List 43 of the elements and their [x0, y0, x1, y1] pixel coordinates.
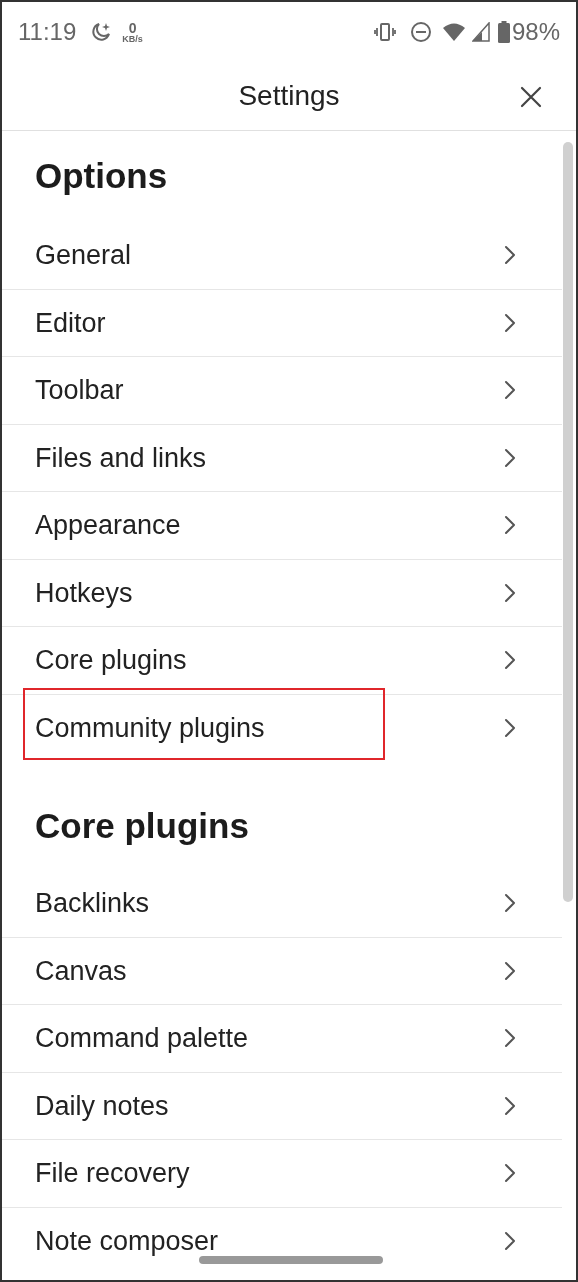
section-heading: Options	[35, 155, 168, 198]
net-speed-value: 0	[128, 20, 137, 35]
signal-icon	[471, 22, 490, 42]
chevron-right-icon	[504, 893, 516, 914]
chevron-right-icon	[504, 1028, 516, 1049]
chevron-right-icon	[504, 447, 516, 468]
do-not-disturb-icon	[409, 21, 432, 43]
settings-item[interactable]: Editor	[2, 289, 562, 357]
chevron-right-icon	[504, 245, 516, 266]
wifi-icon	[441, 22, 466, 42]
settings-item[interactable]: General	[2, 222, 562, 290]
settings-item[interactable]: Files and links	[2, 424, 562, 492]
chevron-right-icon	[504, 960, 516, 981]
settings-item[interactable]: Hotkeys	[2, 559, 562, 627]
window-title: Settings	[238, 79, 340, 113]
settings-item[interactable]: Canvas	[2, 937, 562, 1005]
chevron-right-icon	[504, 312, 516, 333]
battery-level: 98%	[511, 17, 560, 47]
vibrate-icon	[373, 22, 396, 42]
settings-item[interactable]: Command palette	[2, 1005, 562, 1073]
chevron-right-icon	[504, 380, 516, 401]
settings-item[interactable]: Community plugins	[2, 694, 562, 762]
battery-icon	[497, 21, 510, 43]
settings-item[interactable]: File recovery	[2, 1140, 562, 1208]
settings-item[interactable]: Note composer	[2, 1207, 562, 1275]
settings-item[interactable]: Daily notes	[2, 1072, 562, 1140]
chevron-right-icon	[504, 1231, 516, 1252]
chevron-right-icon	[504, 1163, 516, 1184]
scrollbar[interactable]	[563, 142, 573, 902]
moon-icon	[90, 21, 113, 43]
chevron-right-icon	[504, 650, 516, 671]
net-speed-unit: KB/s	[122, 34, 143, 44]
chevron-right-icon	[504, 515, 516, 536]
settings-item[interactable]: Appearance	[2, 492, 562, 560]
settings-item[interactable]: Toolbar	[2, 357, 562, 425]
home-indicator[interactable]	[199, 1256, 383, 1264]
clock: 11:19	[18, 17, 77, 47]
chevron-right-icon	[504, 582, 516, 603]
settings-item[interactable]: Core plugins	[2, 627, 562, 695]
chevron-right-icon	[504, 718, 516, 739]
section-heading: Core plugins	[35, 805, 249, 848]
settings-item[interactable]: Backlinks	[2, 870, 562, 938]
chevron-right-icon	[504, 1095, 516, 1116]
